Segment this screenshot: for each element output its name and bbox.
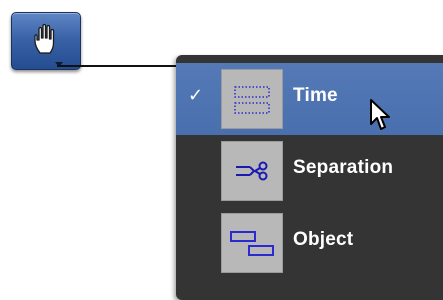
menu-item-time[interactable]: ✓ Time: [176, 63, 443, 135]
object-grabber-icon: [221, 213, 283, 273]
separation-grabber-icon: [221, 141, 283, 201]
menu-item-object[interactable]: Object: [176, 207, 443, 279]
menu-item-label: Separation: [293, 157, 394, 178]
stage: ✓ Time Separation Object: [0, 0, 443, 300]
grabber-mode-menu: ✓ Time Separation Object: [176, 55, 443, 300]
mouse-pointer-icon: [370, 99, 390, 130]
time-grabber-icon: [221, 69, 283, 129]
check-mark-icon: ✓: [188, 85, 204, 105]
grabber-tool-button[interactable]: [11, 12, 81, 70]
menu-item-separation[interactable]: Separation: [176, 135, 443, 207]
grabber-hand-icon: [34, 23, 55, 54]
menu-item-label: Time: [293, 85, 338, 106]
menu-item-label: Object: [293, 229, 354, 250]
connector-line: [57, 65, 182, 67]
